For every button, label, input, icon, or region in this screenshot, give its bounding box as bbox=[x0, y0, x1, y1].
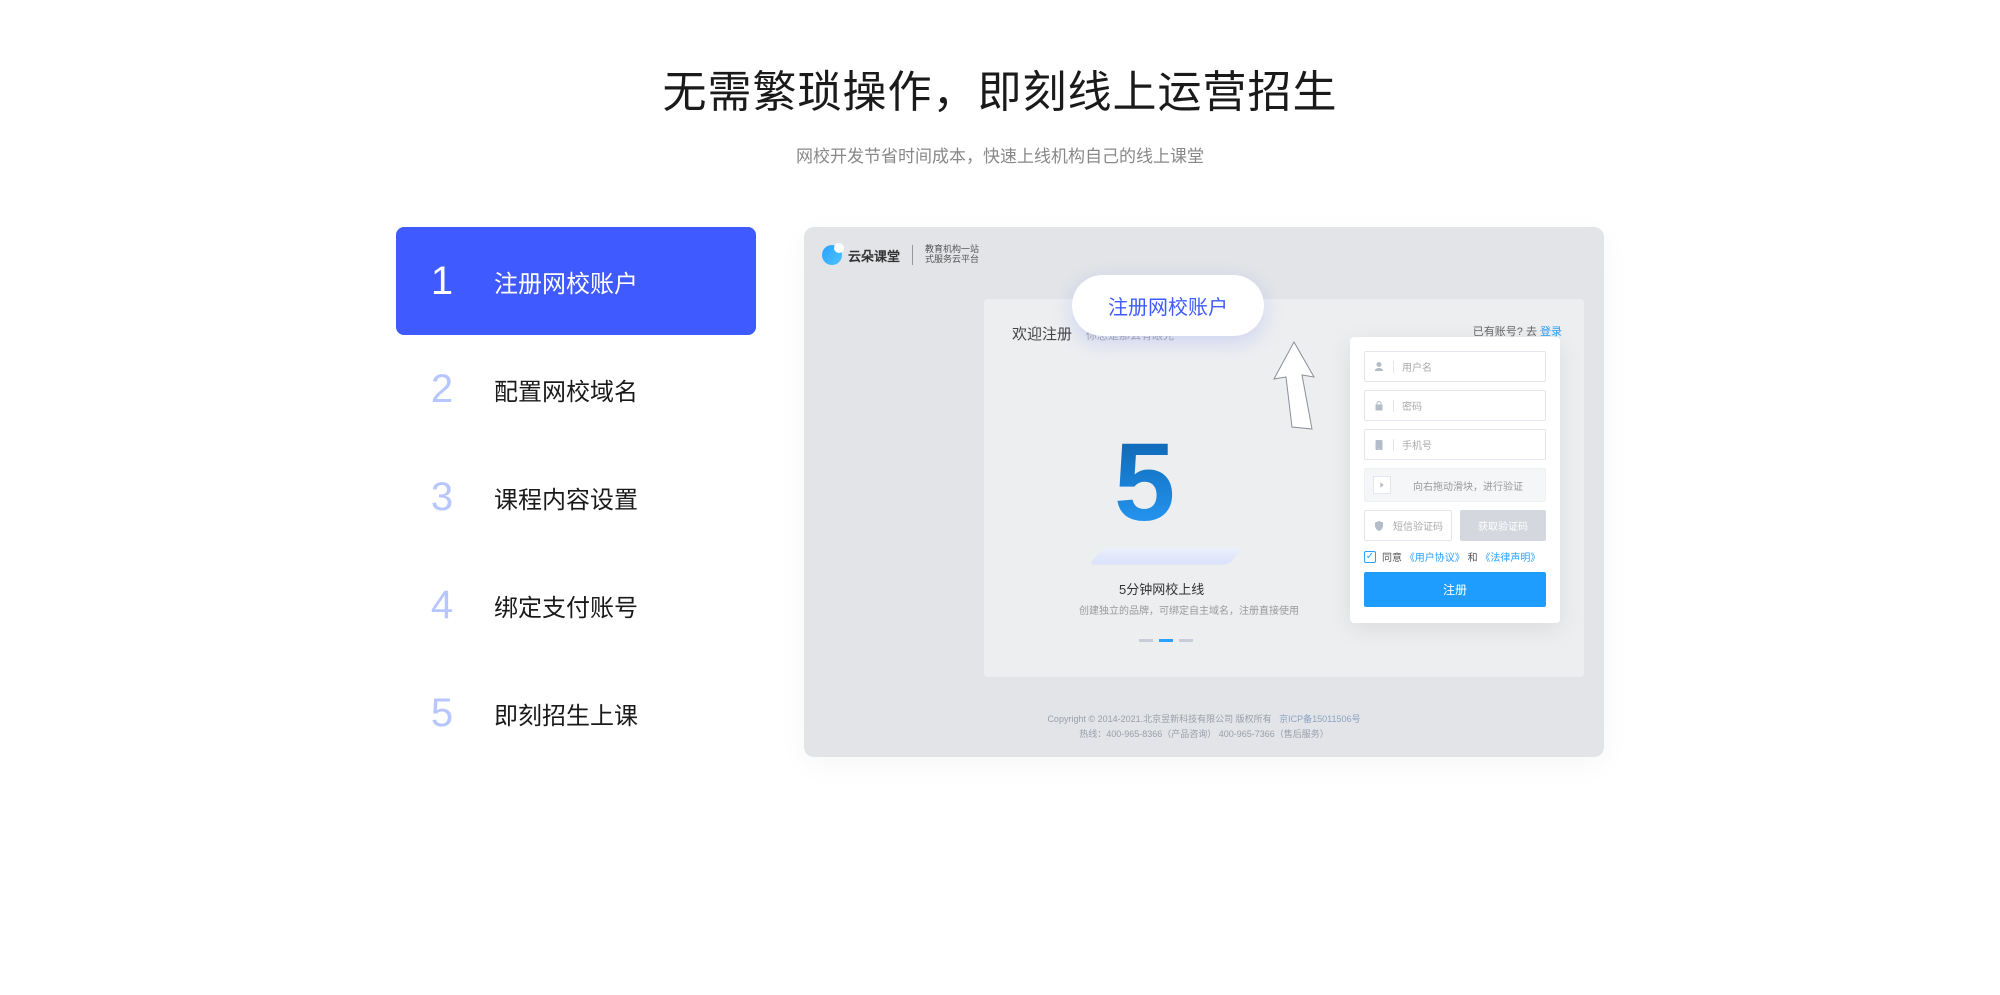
page-title: 无需繁琐操作，即刻线上运营招生 bbox=[663, 56, 1338, 120]
logo-subtext: 教育机构一站 式服务云平台 bbox=[925, 245, 979, 265]
step-number: 1 bbox=[424, 259, 460, 304]
register-title: 欢迎注册 bbox=[1012, 323, 1072, 344]
username-placeholder: 用户名 bbox=[1402, 359, 1432, 374]
step-label: 注册网校账户 bbox=[494, 264, 638, 299]
step-number: 5 bbox=[424, 691, 460, 736]
step-label: 课程内容设置 bbox=[494, 480, 638, 515]
step-4[interactable]: 4 绑定支付账号 bbox=[396, 551, 756, 659]
preview-logo: 云朵课堂 教育机构一站 式服务云平台 bbox=[822, 245, 979, 265]
password-placeholder: 密码 bbox=[1402, 398, 1422, 413]
shield-icon bbox=[1373, 520, 1385, 532]
steps-list: 1 注册网校账户 2 配置网校域名 3 课程内容设置 4 绑定支付账号 5 即刻… bbox=[396, 227, 756, 767]
step-label: 绑定支付账号 bbox=[494, 588, 638, 623]
phone-field[interactable]: 手机号 bbox=[1364, 429, 1546, 460]
step-number: 2 bbox=[424, 367, 460, 412]
step-label: 即刻招生上课 bbox=[494, 696, 638, 731]
password-field[interactable]: 密码 bbox=[1364, 390, 1546, 421]
agree-row: ✓ 同意 《用户协议》 和 《法律声明》 bbox=[1364, 549, 1546, 564]
step-number: 4 bbox=[424, 583, 460, 628]
lock-icon bbox=[1373, 400, 1385, 412]
five-min-title: 5分钟网校上线 bbox=[1119, 579, 1204, 598]
big-five-icon: 5 bbox=[1114, 419, 1175, 546]
pointer-arrow-icon bbox=[1264, 337, 1324, 437]
step-3[interactable]: 3 课程内容设置 bbox=[396, 443, 756, 551]
agree-checkbox[interactable]: ✓ bbox=[1364, 551, 1376, 563]
user-agreement-link[interactable]: 《用户协议》 bbox=[1405, 553, 1465, 564]
user-icon bbox=[1373, 361, 1385, 373]
legal-link[interactable]: 《法律声明》 bbox=[1480, 553, 1540, 564]
slider-text: 向右拖动滑块，进行验证 bbox=[1399, 478, 1537, 493]
register-button[interactable]: 注册 bbox=[1364, 572, 1546, 607]
step-1[interactable]: 1 注册网校账户 bbox=[396, 227, 756, 335]
preview-panel: 云朵课堂 教育机构一站 式服务云平台 注册网校账户 欢迎注册 你总是那么有眼光~… bbox=[804, 227, 1604, 757]
icp-link[interactable]: 京ICP备15011506号 bbox=[1279, 714, 1360, 724]
step-2[interactable]: 2 配置网校域名 bbox=[396, 335, 756, 443]
page-subtitle: 网校开发节省时间成本，快速上线机构自己的线上课堂 bbox=[663, 142, 1338, 167]
slider-handle-icon[interactable] bbox=[1373, 476, 1391, 494]
callout-pill: 注册网校账户 bbox=[1072, 275, 1264, 336]
step-label: 配置网校域名 bbox=[494, 372, 638, 407]
carousel-dots bbox=[1139, 639, 1193, 642]
sms-placeholder: 短信验证码 bbox=[1393, 518, 1443, 533]
slider-captcha[interactable]: 向右拖动滑块，进行验证 bbox=[1364, 468, 1546, 502]
username-field[interactable]: 用户名 bbox=[1364, 351, 1546, 382]
register-card: 用户名 密码 手机号 向右拖动滑块，进行验证 bbox=[1350, 337, 1560, 623]
get-code-button[interactable]: 获取验证码 bbox=[1460, 510, 1546, 541]
phone-icon bbox=[1373, 439, 1385, 451]
divider bbox=[912, 245, 913, 265]
platform-icon bbox=[1089, 548, 1243, 565]
cloud-logo-icon bbox=[822, 245, 842, 265]
step-5[interactable]: 5 即刻招生上课 bbox=[396, 659, 756, 767]
five-min-sub: 创建独立的品牌，可绑定自主域名，注册直接使用 bbox=[1079, 602, 1299, 617]
logo-text: 云朵课堂 bbox=[848, 246, 900, 265]
sms-code-field[interactable]: 短信验证码 bbox=[1364, 510, 1452, 541]
step-number: 3 bbox=[424, 475, 460, 520]
phone-placeholder: 手机号 bbox=[1402, 437, 1432, 452]
preview-footer: Copyright © 2014-2021.北京昱新科技有限公司 版权所有 京I… bbox=[804, 712, 1604, 741]
